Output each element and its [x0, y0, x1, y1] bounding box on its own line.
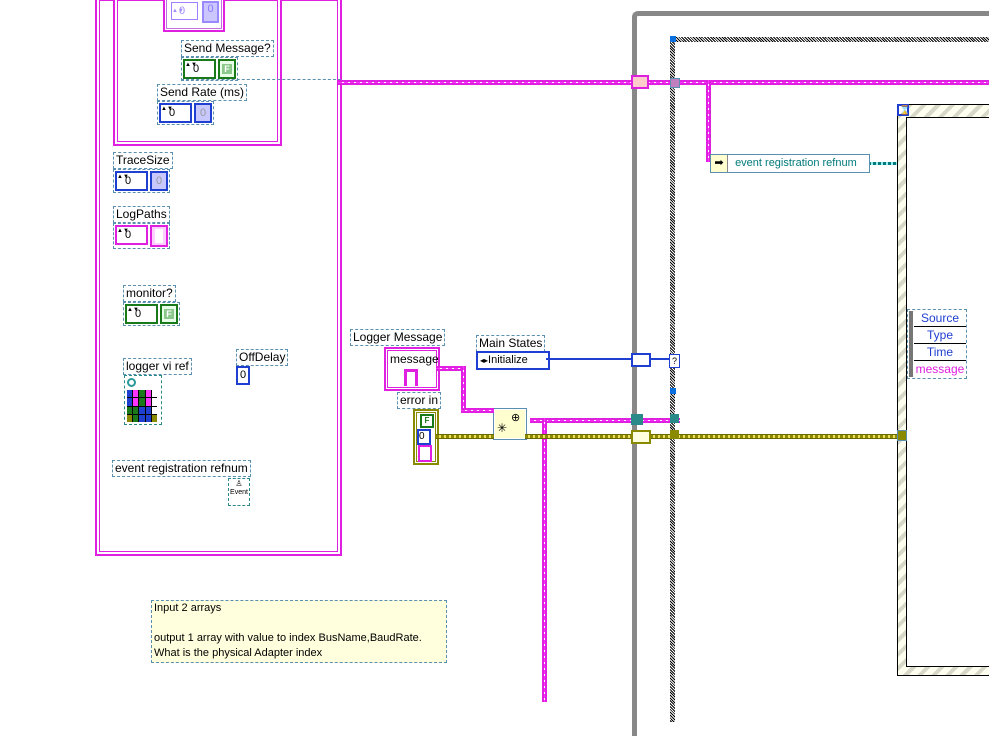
main-states-label: Main States	[476, 335, 546, 352]
event-field-time[interactable]: Time	[914, 344, 966, 361]
array-index[interactable]: 0	[125, 175, 131, 187]
comment-box[interactable]: Input 2 arrays output 1 array with value…	[151, 600, 447, 663]
spin-icon[interactable]: ▲▼	[172, 8, 184, 14]
enum-arrows-icon[interactable]: ◂▸	[480, 356, 488, 365]
send-rate-label: Send Rate (ms)	[157, 84, 248, 101]
logger-message-control[interactable]: message	[384, 347, 440, 391]
error-wire-in[interactable]	[436, 434, 494, 439]
spin-icon[interactable]: ▲▼	[161, 106, 173, 120]
logger-vi-ref-label: logger vi ref	[123, 358, 192, 375]
logger-vi-ref-control[interactable]	[124, 375, 162, 425]
main-states-enum[interactable]: ◂▸Initialize	[476, 351, 550, 370]
string-element	[404, 369, 418, 386]
spin-icon[interactable]: ▲▼	[117, 228, 129, 242]
array-element: 0	[194, 103, 212, 123]
message-field-label: message	[390, 352, 439, 366]
message-wire-1[interactable]	[436, 366, 462, 371]
event-reg-refnum-control[interactable]: ♙ Event	[228, 478, 250, 506]
code-numeric: 0	[417, 429, 431, 445]
vi-icon	[127, 390, 157, 422]
comment-line	[154, 616, 444, 631]
event-field-source[interactable]: Source	[914, 310, 966, 327]
comment-line: output 1 array with value to index BusNa…	[154, 632, 422, 644]
error-in-label: error in	[397, 392, 442, 409]
log-paths-control[interactable]: ▲▼ 0	[113, 223, 170, 249]
source-string	[418, 445, 432, 462]
comment-line: Input 2 arrays	[154, 602, 222, 614]
enum-shift-register[interactable]	[631, 353, 651, 367]
send-to-queue-node[interactable]: ⊕ ✳	[493, 408, 527, 440]
array-index[interactable]: 0	[125, 229, 131, 241]
boolean-constant: F	[222, 64, 232, 74]
top-array-control[interactable]: ▲▼ 0 0	[163, 0, 225, 32]
case-tunnel	[670, 414, 679, 423]
spin-icon[interactable]: ▲▼	[127, 307, 139, 321]
string-tunnel[interactable]	[631, 75, 649, 89]
send-message-control[interactable]: ▲▼ 0 F	[181, 57, 238, 81]
event-field-type[interactable]: Type	[914, 327, 966, 344]
asterisk-icon: ✳	[497, 421, 508, 435]
timeout-hourglass-icon[interactable]: ⌛	[897, 104, 910, 116]
error-shift-register[interactable]	[631, 430, 651, 444]
queue-tunnel[interactable]	[631, 414, 643, 425]
spin-icon[interactable]: ▲▼	[185, 62, 197, 76]
monitor-label: monitor?	[123, 285, 176, 302]
array-index[interactable]: 0	[179, 5, 185, 17]
status-boolean: F	[420, 414, 434, 428]
event-person-icon: ♙	[235, 479, 243, 488]
off-delay-control[interactable]: 0	[236, 366, 250, 385]
array-index[interactable]: 0	[135, 308, 141, 320]
case-tunnel	[670, 78, 680, 88]
trace-size-label: TraceSize	[113, 152, 173, 169]
clock-icon: ⊕	[511, 412, 521, 424]
message-wire-3[interactable]	[461, 408, 494, 413]
not-a-refnum-icon	[127, 378, 136, 387]
case-marker-icon	[670, 388, 676, 394]
message-wire-2[interactable]	[461, 366, 466, 410]
array-element: 0	[202, 1, 219, 23]
event-data-node[interactable]: Source Type Time message	[907, 309, 967, 379]
event-field-message[interactable]: message	[914, 361, 966, 377]
boolean-constant: F	[164, 309, 174, 319]
event-registration-node[interactable]: ➡ event registration refnum	[710, 154, 870, 173]
array-element	[150, 225, 168, 247]
array-element: 0	[150, 171, 168, 191]
event-tunnel	[897, 430, 907, 441]
event-reg-refnum-label: event registration refnum	[112, 460, 251, 477]
logger-message-label: Logger Message	[350, 329, 446, 346]
case-marker-icon	[670, 36, 676, 42]
send-rate-control[interactable]: ▲▼ 0 0	[157, 101, 214, 125]
event-icon-text: Event	[230, 489, 248, 496]
event-structure[interactable]	[897, 104, 989, 676]
queue-wire-down[interactable]	[542, 418, 547, 702]
comment-line: What is the physical Adapter index	[154, 647, 323, 659]
selection-outline	[181, 79, 341, 80]
arrow-icon: ➡	[711, 155, 728, 172]
case-selector[interactable]: ?	[669, 354, 680, 368]
case-tunnel	[670, 430, 679, 439]
off-delay-label: OffDelay	[236, 349, 289, 366]
log-paths-label: LogPaths	[113, 206, 170, 223]
array-index[interactable]: 0	[169, 107, 175, 119]
trace-size-control[interactable]: ▲▼ 0 0	[113, 169, 170, 193]
array-index[interactable]: 0	[193, 63, 199, 75]
event-registration-node-label: event registration refnum	[735, 157, 857, 169]
send-message-label: Send Message?	[181, 40, 274, 57]
spin-icon[interactable]: ▲▼	[117, 174, 129, 188]
monitor-control[interactable]: ▲▼ 0 F	[123, 302, 180, 326]
